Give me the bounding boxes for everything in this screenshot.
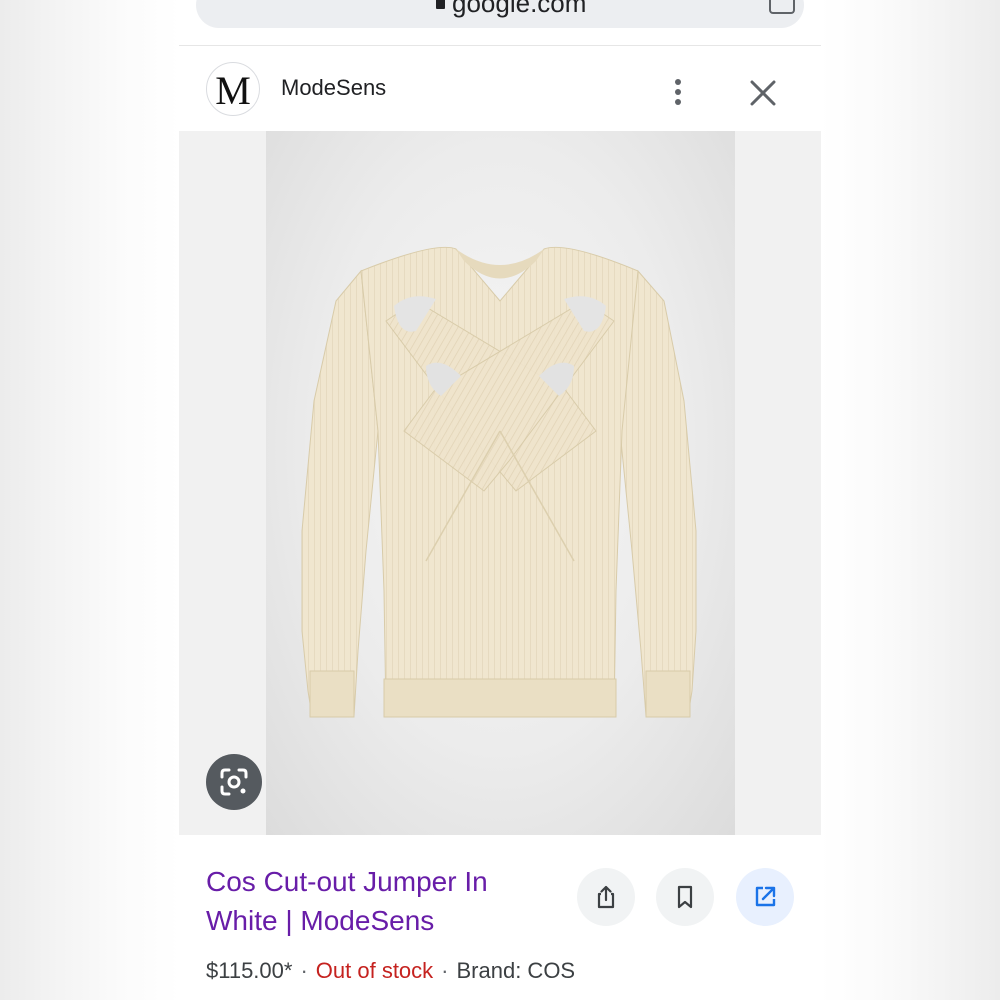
product-title-line-2: White | ModeSens [206, 905, 435, 936]
open-in-new-button[interactable] [736, 868, 794, 926]
address-bar[interactable]: google.com [196, 0, 804, 28]
site-name[interactable]: ModeSens [281, 75, 386, 101]
phone-screen: google.com M ModeSens Cos Cut-out Jumper… [179, 0, 821, 1000]
product-image-container[interactable] [179, 131, 821, 835]
separator: · [300, 958, 308, 983]
product-title-line-1: Cos Cut-out Jumper In [206, 866, 488, 897]
site-logo[interactable]: M [206, 62, 260, 116]
more-vert-icon[interactable] [667, 77, 689, 107]
separator: · [441, 958, 449, 983]
close-icon[interactable] [747, 77, 779, 109]
product-photo [266, 131, 735, 835]
browser-toolbar: google.com [179, 0, 821, 46]
share-button[interactable] [577, 868, 635, 926]
url-text[interactable]: google.com [452, 0, 586, 16]
stock-status: Out of stock [315, 958, 434, 983]
lock-icon [436, 0, 445, 9]
result-header: M ModeSens [179, 47, 821, 131]
tab-switcher-icon[interactable] [769, 0, 795, 14]
site-logo-letter: M [215, 67, 251, 113]
bookmark-icon [677, 885, 693, 909]
product-title-link[interactable]: Cos Cut-out Jumper In White | ModeSens [206, 862, 566, 940]
share-icon [597, 885, 615, 909]
save-button[interactable] [656, 868, 714, 926]
brand: Brand: COS [456, 958, 576, 983]
price: $115.00* [206, 958, 293, 983]
open-in-new-icon [755, 886, 776, 907]
google-lens-icon[interactable] [206, 754, 262, 810]
product-meta: $115.00* · Out of stock · Brand: COS [206, 958, 575, 984]
